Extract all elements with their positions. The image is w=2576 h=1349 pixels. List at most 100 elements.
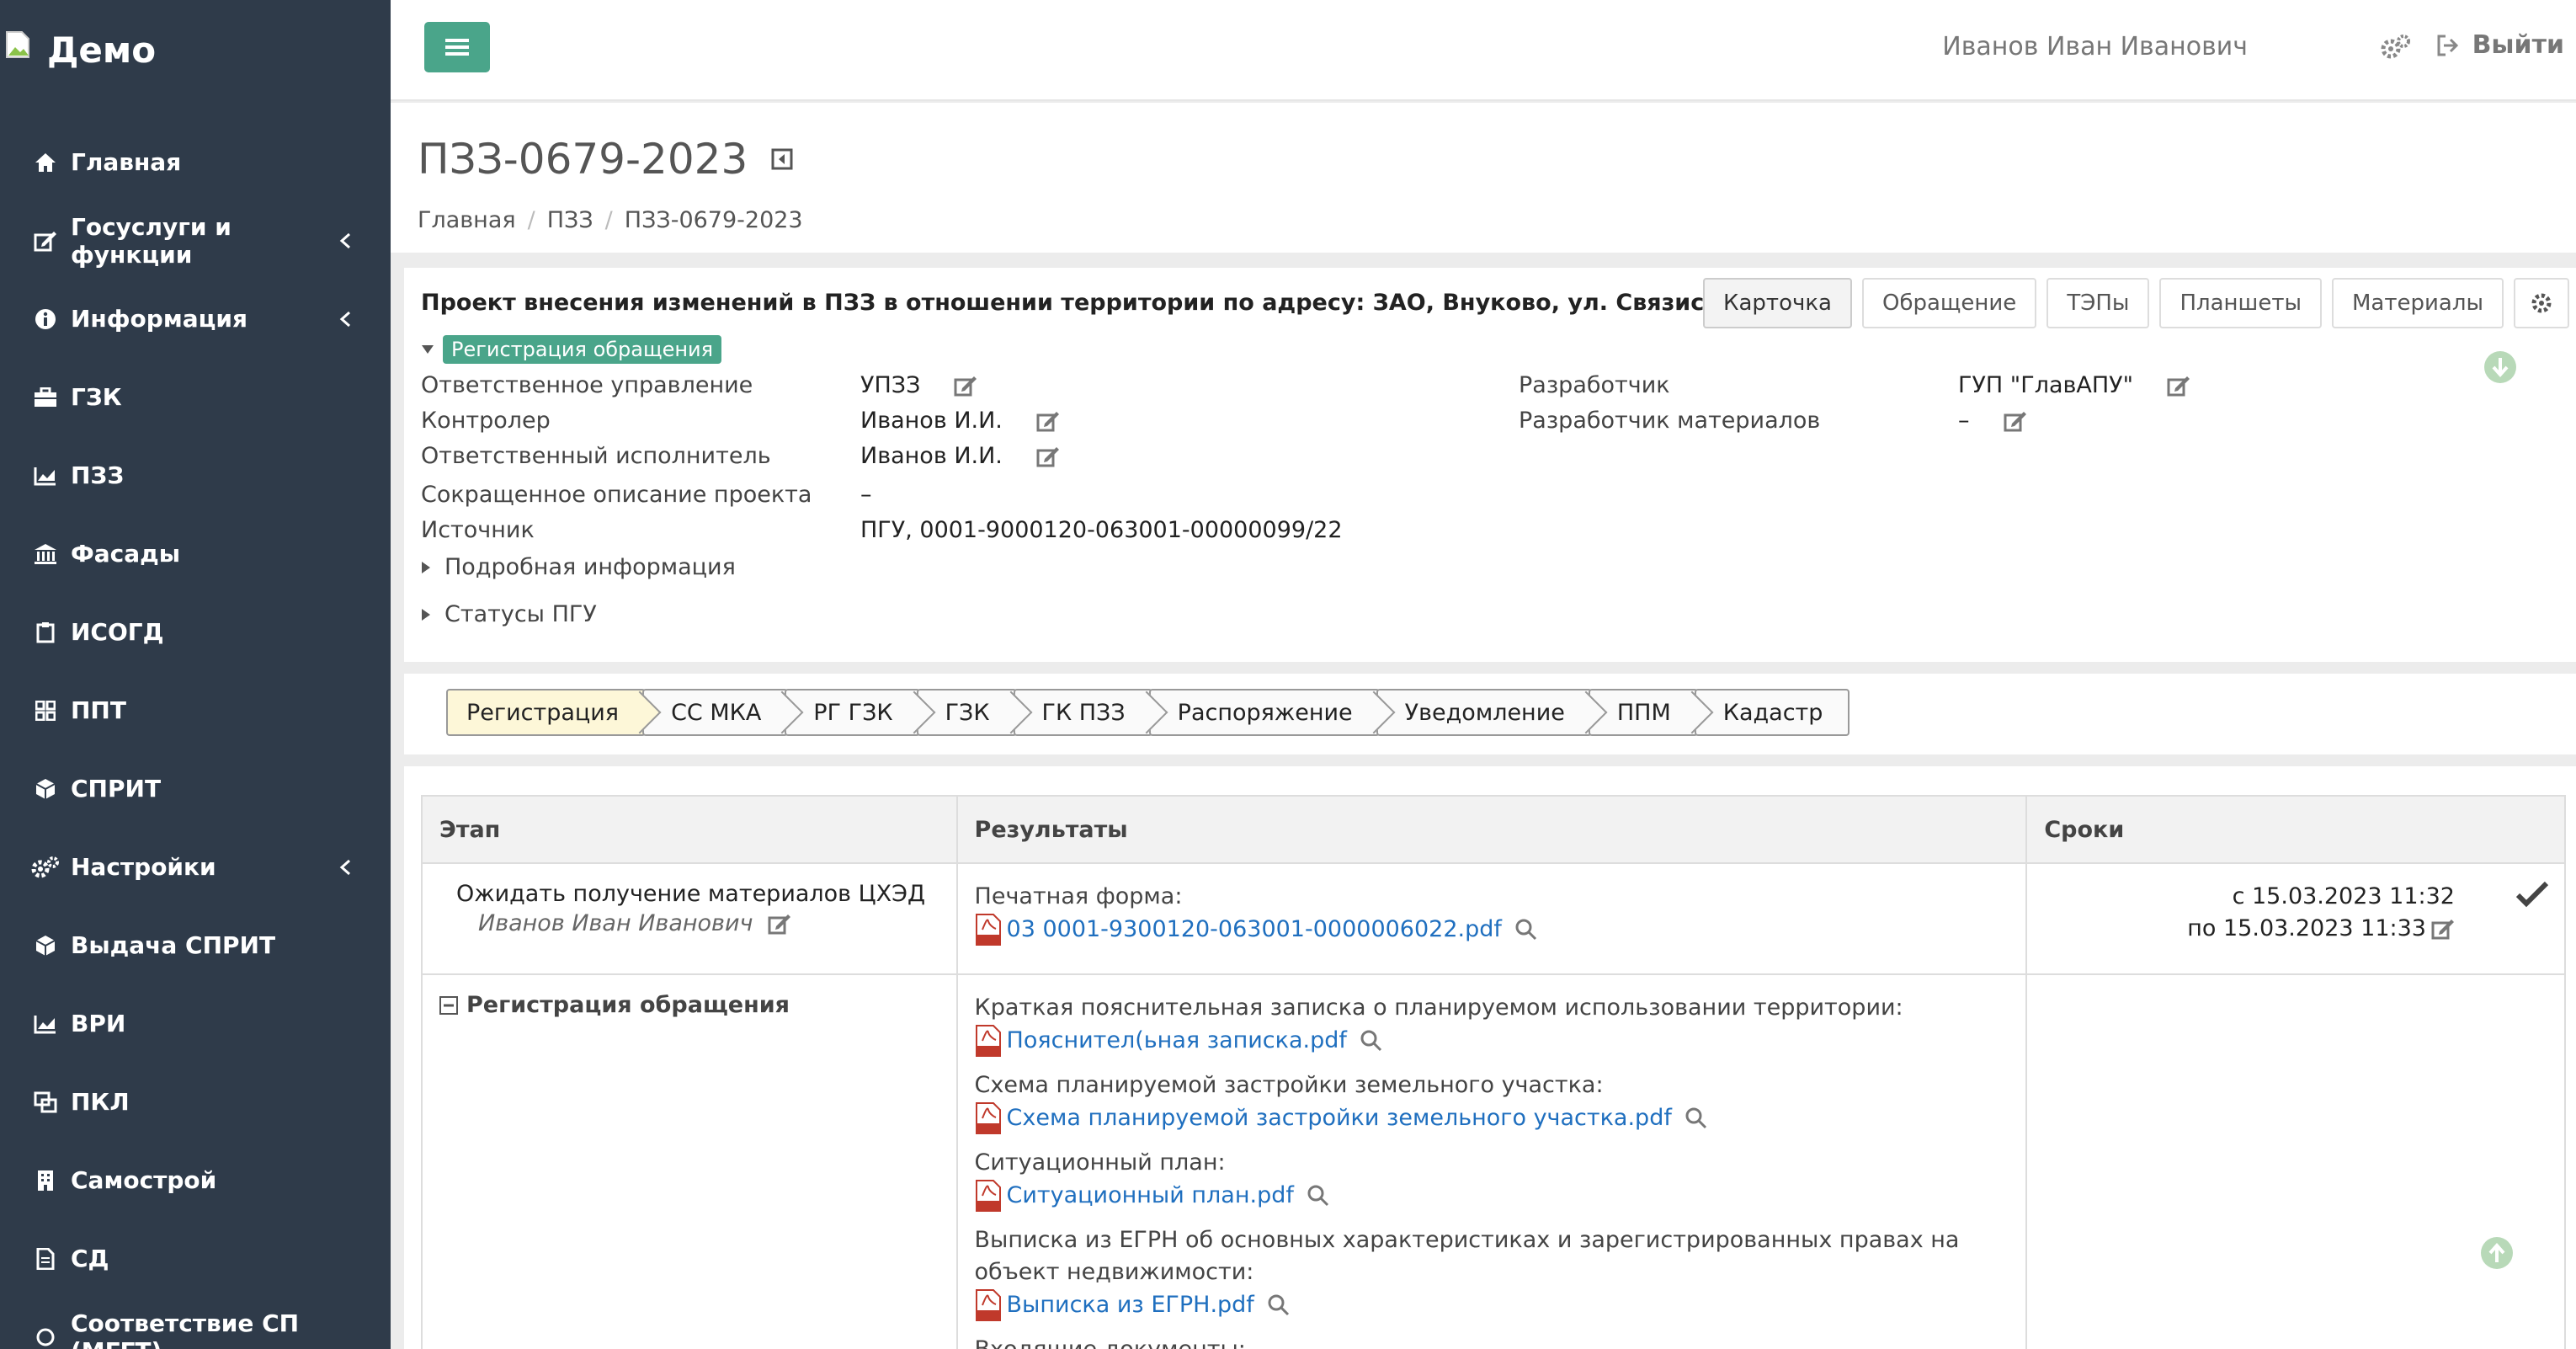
pdf-file-icon [975,1179,1002,1213]
edit-icon[interactable] [2004,410,2027,432]
stage-step[interactable]: Распоряжение [1148,689,1380,736]
sidebar-item-15[interactable]: СД [0,1219,391,1298]
step-user: Иванов Иван Иванович [439,910,939,936]
stages-table-panel: Этап Результаты Сроки Ожидать получение … [404,766,2576,1349]
sidebar-item-label: ГЗК [71,383,122,411]
stage-step[interactable]: ГК ПЗЗ [1013,689,1152,736]
map-icon [29,1091,62,1113]
stage-step[interactable]: Уведомление [1376,689,1592,736]
project-card: Проект внесения изменений в ПЗЗ в отноше… [404,268,2576,662]
edit-icon[interactable] [2167,375,2190,397]
detailed-info-toggle[interactable]: Подробная информация [421,554,736,580]
source-label: Источник [421,517,535,543]
brand[interactable]: Демо [0,0,391,99]
tab-card[interactable]: Карточка [1703,278,1852,328]
pdf-file-icon [975,913,1002,946]
tab-request[interactable]: Обращение [1861,278,2037,328]
search-icon[interactable] [1360,1030,1382,1052]
sidebar-item-11[interactable]: Выдача СПРИТ [0,906,391,984]
short-desc-value: – [860,482,872,508]
deadlines-cell: с 15.03.2023 11:32 по 15.03.2023 11:33 [2025,862,2566,975]
result-file-name: Ситуационный план.pdf [1006,1182,1294,1208]
edit-icon[interactable] [768,913,791,935]
result-file-name: Выписка из ЕГРН.pdf [1006,1292,1254,1318]
pdf-file-icon [975,1101,1002,1135]
chart-icon [29,466,62,486]
edit-icon[interactable] [954,375,977,397]
sidebar-item-label: ППТ [71,696,126,724]
sidebar-item-12[interactable]: ВРИ [0,984,391,1063]
gears-icon[interactable] [2381,34,2411,61]
breadcrumb-pzz[interactable]: ПЗЗ [547,207,593,233]
tab-materials[interactable]: Материалы [2332,278,2504,328]
search-icon[interactable] [1515,919,1537,941]
breadcrumb-home[interactable]: Главная [418,207,516,233]
logout-button[interactable]: Выйти [2435,30,2564,60]
source-value: ПГУ, 0001-9000120-063001-00000099/22 [860,517,1343,543]
sidebar-item-label: ВРИ [71,1010,126,1037]
search-icon[interactable] [1307,1185,1329,1207]
sidebar-item-5[interactable]: ПЗЗ [0,436,391,515]
result-label: Выписка из ЕГРН об основных характеристи… [974,1227,1960,1285]
page-header: ПЗЗ-0679-2023 Главная / ПЗЗ / ПЗЗ-0679-2… [391,103,2576,253]
result-label: Схема планируемой застройки земельного у… [974,1072,1604,1098]
gear-icon [2531,293,2552,313]
hamburger-icon [445,39,469,56]
collapse-left-icon[interactable] [771,148,793,170]
result-file-name: Пояснител(ьная записка.pdf [1006,1027,1347,1053]
sidebar-item-13[interactable]: ПКЛ [0,1063,391,1141]
tab-tablets[interactable]: Планшеты [2159,278,2322,328]
table-row: Ожидать получение материалов ЦХЭД Иванов… [421,862,2566,975]
sidebar-item-7[interactable]: ИСОГД [0,593,391,671]
sidebar-item-14[interactable]: Самострой [0,1141,391,1219]
search-icon[interactable] [1685,1107,1707,1129]
sidebar-item-10[interactable]: Настройки [0,828,391,906]
stage-step[interactable]: Регистрация [446,689,647,736]
sidebar-item-6[interactable]: Фасады [0,515,391,593]
result-file-link[interactable]: Выписка из ЕГРН.pdf [975,1288,2009,1322]
result-file-link[interactable]: Пояснител(ьная записка.pdf [975,1024,2009,1058]
sidebar-item-1[interactable]: Главная [0,123,391,201]
tab-teps[interactable]: ТЭПы [2046,278,2150,328]
user-name[interactable]: Иванов Иван Иванович [1942,32,2248,61]
edit-icon[interactable] [1036,445,1060,467]
caret-right-icon [421,608,431,621]
stage-step[interactable]: РГ ГЗК [785,689,920,736]
result-file-link[interactable]: Схема планируемой застройки земельного у… [975,1101,2009,1135]
sidebar-item-3[interactable]: Информация [0,280,391,358]
sidebar-item-8[interactable]: ППТ [0,671,391,749]
pgu-statuses-toggle[interactable]: Статусы ПГУ [421,601,597,627]
search-icon[interactable] [1268,1294,1290,1316]
group-toggle[interactable]: Регистрация обращения [439,992,939,1018]
developer-value: ГУП "ГлавАПУ" [1958,372,2190,398]
arrow-up-circle-icon[interactable] [2480,1236,2514,1270]
sidebar-item-4[interactable]: ГЗК [0,358,391,436]
home-icon [29,152,62,173]
bank-icon [29,543,62,565]
breadcrumb-separator: / [604,207,613,233]
stage-step[interactable]: СС МКА [642,689,789,736]
sidebar-item-16[interactable]: Соответствие СП (МГГТ) [0,1298,391,1349]
stage-step[interactable]: Кадастр [1694,689,1850,736]
registration-section-toggle[interactable]: Регистрация обращения [421,335,722,364]
arrow-down-circle-icon[interactable] [2483,350,2517,384]
sidebar-item-2[interactable]: Госуслуги и функции [0,201,391,280]
sidebar-item-9[interactable]: СПРИТ [0,749,391,828]
breadcrumb-current: ПЗЗ-0679-2023 [624,207,803,233]
tab-settings[interactable] [2514,278,2569,328]
result-file-link[interactable]: Ситуационный план.pdf [975,1179,2009,1213]
menu-toggle-button[interactable] [424,22,490,72]
sidebar-item-label: ПКЛ [71,1088,130,1116]
result-file-name: Схема планируемой застройки земельного у… [1006,1105,1672,1131]
grid-icon [29,700,62,721]
executor-label: Ответственный исполнитель [421,443,771,469]
edit-icon[interactable] [1036,410,1060,432]
result-label: Печатная форма: [974,883,1183,909]
logout-label: Выйти [2472,30,2564,60]
column-header-deadlines: Сроки [2025,795,2566,864]
briefcase-icon [29,387,62,408]
result-file-link[interactable]: 03 0001-9300120-063001-0000006022.pdf [975,913,2009,946]
edit-icon[interactable] [2431,918,2455,940]
